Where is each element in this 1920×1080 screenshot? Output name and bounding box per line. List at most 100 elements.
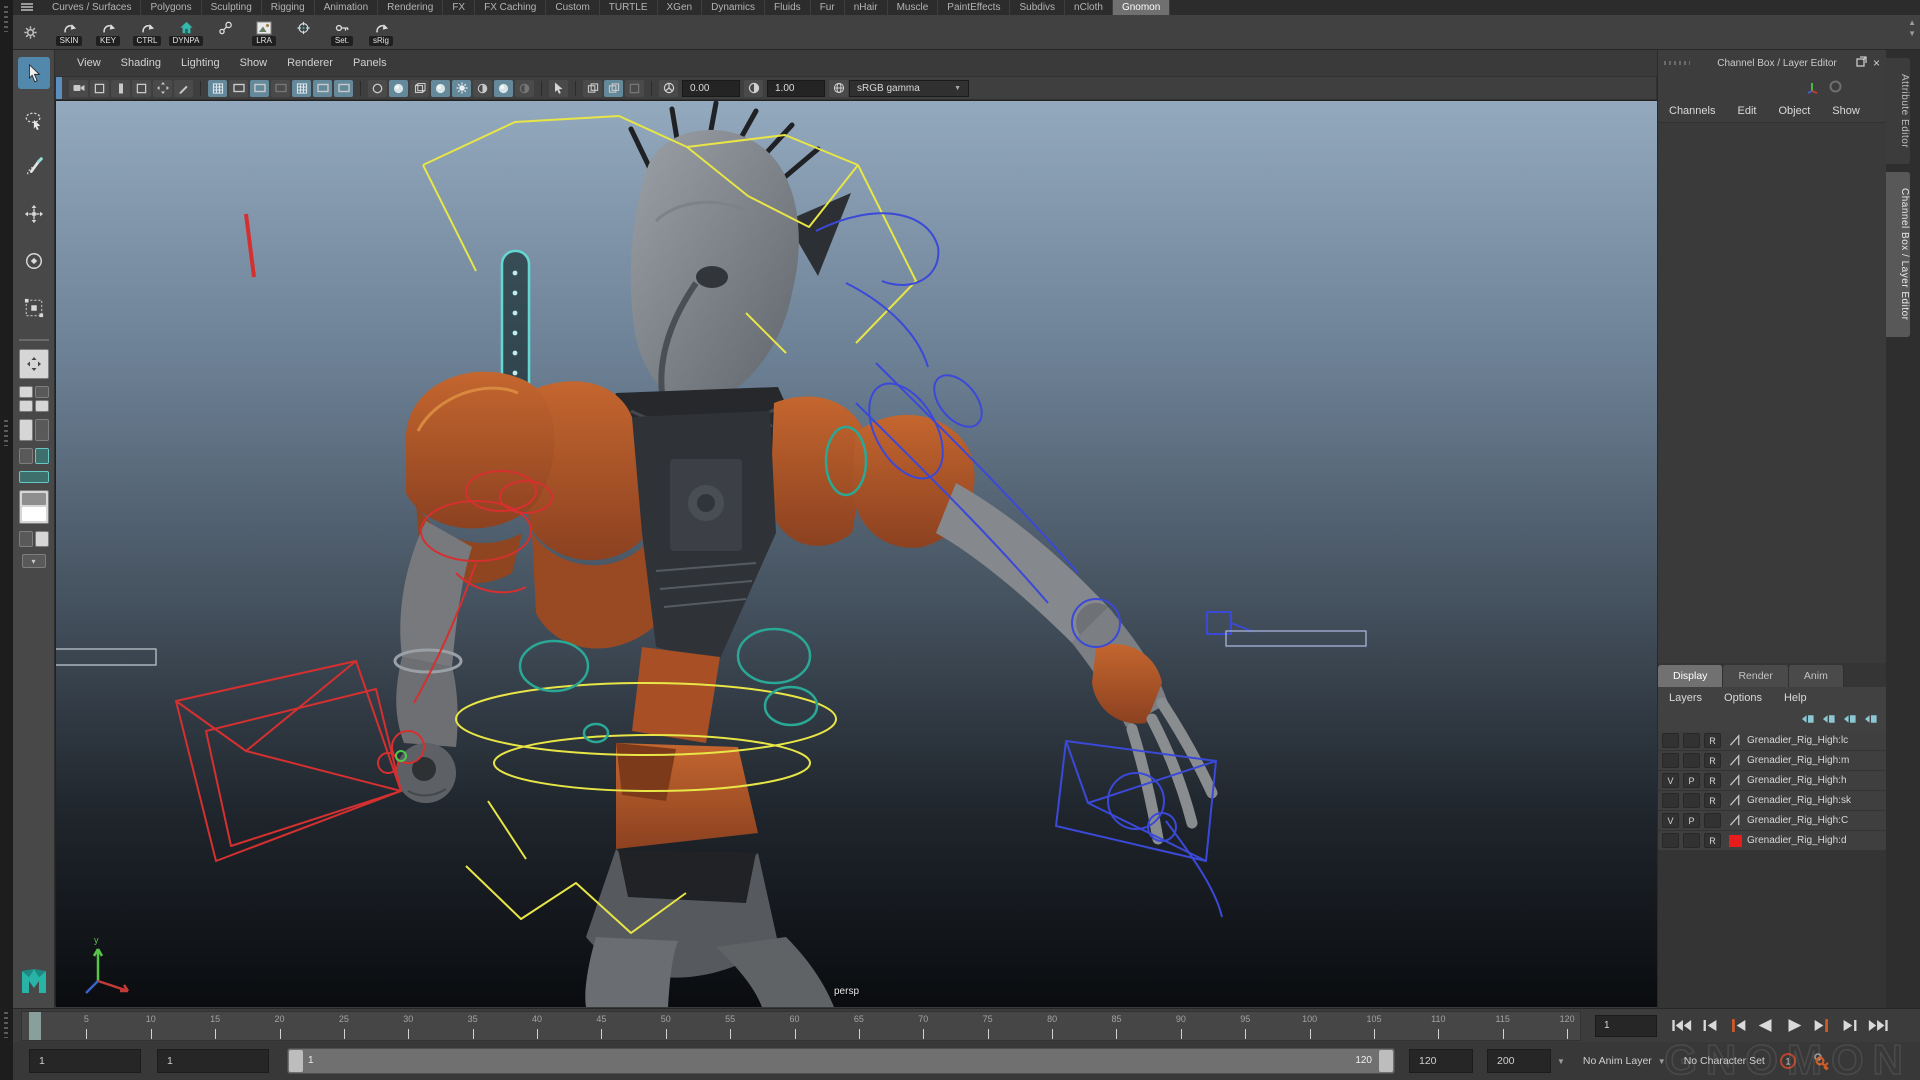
layer-editor-menu-help[interactable]: Help — [1773, 692, 1818, 704]
shelf-scroll-arrows[interactable]: ▲▼ — [1908, 19, 1916, 38]
play-forwards-button[interactable] — [1781, 1015, 1806, 1037]
layer-p-toggle[interactable] — [1683, 733, 1700, 748]
xray-joints-icon[interactable] — [604, 80, 623, 97]
shadows-icon[interactable] — [473, 80, 492, 97]
current-frame-field[interactable]: 1 — [1595, 1015, 1657, 1037]
grease-pencil-icon[interactable] — [174, 80, 193, 97]
close-icon[interactable]: × — [1873, 57, 1880, 69]
image-plane-icon[interactable] — [132, 80, 151, 97]
channel-speed-icon[interactable] — [1829, 80, 1842, 96]
layer-type-icon[interactable] — [1727, 734, 1743, 748]
shelf-gear-icon[interactable] — [20, 22, 40, 42]
move-tool[interactable] — [18, 198, 50, 230]
menu-tab-painteffects[interactable]: PaintEffects — [938, 0, 1010, 15]
animation-start-field[interactable]: 1 — [29, 1049, 141, 1073]
gate-mask-icon[interactable] — [271, 80, 290, 97]
channel-box-menu-object[interactable]: Object — [1767, 105, 1821, 117]
menu-tab-fx[interactable]: FX — [443, 0, 475, 15]
side-tab-channel-box-layer-editor[interactable]: Channel Box / Layer Editor — [1886, 172, 1910, 337]
time-slider-ruler[interactable]: 5101520253035404550556065707580859095100… — [21, 1011, 1581, 1041]
menu-tab-polygons[interactable]: Polygons — [141, 0, 201, 15]
select-tool[interactable] — [18, 57, 50, 89]
viewport-menu-shading[interactable]: Shading — [111, 57, 171, 69]
layer-editor-tab-render[interactable]: Render — [1723, 665, 1788, 687]
layout-hypergraph-pane-button[interactable] — [18, 471, 50, 483]
current-time-marker[interactable] — [29, 1012, 41, 1040]
field-chart-icon[interactable] — [292, 80, 311, 97]
layout-single-pane-button[interactable] — [18, 349, 50, 379]
resolution-gate-icon[interactable] — [250, 80, 269, 97]
layer-row[interactable]: RGrenadier_Rig_High:d — [1658, 831, 1886, 851]
playback-start-field[interactable]: 1 — [157, 1049, 269, 1073]
anim-layer-dropdown[interactable]: No Anim Layer ▼ — [1583, 1055, 1666, 1067]
menu-tab-xgen[interactable]: XGen — [658, 0, 703, 15]
menu-tab-muscle[interactable]: Muscle — [888, 0, 939, 15]
bounding-box-icon[interactable] — [410, 80, 429, 97]
shelf-item-joint-tool-icon[interactable] — [206, 18, 244, 46]
viewport-menu-lighting[interactable]: Lighting — [171, 57, 230, 69]
range-end-handle[interactable] — [1379, 1050, 1393, 1072]
menu-tab-ncloth[interactable]: nCloth — [1065, 0, 1113, 15]
layer-row[interactable]: VPGrenadier_Rig_High:C — [1658, 811, 1886, 831]
playback-end-field[interactable]: 120 — [1409, 1049, 1473, 1073]
xray-icon[interactable] — [583, 80, 602, 97]
motion-blur-icon[interactable] — [515, 80, 534, 97]
exposure-field[interactable]: 0.00 — [682, 80, 740, 97]
shelf-item-crosshair-icon[interactable] — [284, 18, 322, 46]
new-layer-from-selected-button[interactable] — [1864, 713, 1878, 728]
select-camera-icon[interactable] — [69, 80, 88, 97]
menu-hamburger-icon[interactable] — [21, 3, 33, 11]
viewport-menu-show[interactable]: Show — [230, 57, 278, 69]
layout-two-pane-side-button[interactable] — [18, 419, 50, 441]
layout-stacked-pane-button[interactable] — [18, 490, 50, 524]
menu-tab-turtle[interactable]: TURTLE — [600, 0, 658, 15]
layer-editor-tab-display[interactable]: Display — [1658, 665, 1723, 687]
menu-tab-nhair[interactable]: nHair — [845, 0, 888, 15]
playback-speed-icon[interactable]: 1 — [1777, 1050, 1799, 1072]
isolate-select-icon[interactable] — [549, 80, 568, 97]
chevron-down-icon[interactable]: ▼ — [1557, 1057, 1565, 1066]
layer-row[interactable]: RGrenadier_Rig_High:m — [1658, 751, 1886, 771]
safe-title-icon[interactable] — [334, 80, 353, 97]
layer-v-toggle[interactable] — [1662, 793, 1679, 808]
occlusion-icon[interactable] — [494, 80, 513, 97]
layer-r-toggle[interactable] — [1704, 813, 1721, 828]
layer-r-toggle[interactable]: R — [1704, 753, 1721, 768]
layer-v-toggle[interactable]: V — [1662, 813, 1679, 828]
layer-row[interactable]: RGrenadier_Rig_High:lc — [1658, 731, 1886, 751]
play-backwards-button[interactable] — [1753, 1015, 1778, 1037]
layer-row[interactable]: VPRGrenadier_Rig_High:h — [1658, 771, 1886, 791]
layer-type-icon[interactable] — [1727, 754, 1743, 768]
layer-r-toggle[interactable]: R — [1704, 793, 1721, 808]
bookmark-icon[interactable] — [111, 80, 130, 97]
character-set-dropdown[interactable]: No Character Set — [1684, 1055, 1765, 1067]
layout-four-pane-button[interactable] — [18, 386, 50, 412]
new-empty-layer-button[interactable] — [1843, 713, 1857, 728]
auto-keyframe-icon[interactable] — [1811, 1050, 1833, 1072]
layer-editor-menu-layers[interactable]: Layers — [1658, 692, 1713, 704]
layer-p-toggle[interactable] — [1683, 753, 1700, 768]
menu-tab-fluids[interactable]: Fluids — [765, 0, 811, 15]
menu-tab-gnomon[interactable]: Gnomon — [1113, 0, 1170, 15]
layer-type-icon[interactable] — [1727, 794, 1743, 808]
textured-icon[interactable] — [431, 80, 450, 97]
paint-select-tool[interactable] — [18, 151, 50, 183]
go-to-end-button[interactable] — [1865, 1015, 1890, 1037]
panel-drag-handle[interactable] — [1664, 61, 1690, 65]
layer-type-icon[interactable] — [1727, 814, 1743, 828]
rotate-tool[interactable] — [18, 245, 50, 277]
layer-editor-tab-anim[interactable]: Anim — [1789, 665, 1844, 687]
view-transform-dropdown[interactable]: sRGB gamma ▼ — [849, 80, 969, 97]
lasso-select-tool[interactable] — [18, 104, 50, 136]
grid-icon[interactable] — [208, 80, 227, 97]
layout-outliner-pane-button[interactable] — [18, 448, 50, 464]
layout-more-dropdown-button[interactable]: ▾ — [18, 554, 50, 568]
layer-p-toggle[interactable] — [1683, 793, 1700, 808]
menu-tab-animation[interactable]: Animation — [315, 0, 378, 15]
channel-box-menu-channels[interactable]: Channels — [1658, 105, 1726, 117]
menu-tab-custom[interactable]: Custom — [546, 0, 599, 15]
wireframe-icon[interactable] — [368, 80, 387, 97]
camera-attributes-icon[interactable] — [90, 80, 109, 97]
layer-r-toggle[interactable]: R — [1704, 773, 1721, 788]
menu-tab-subdivs[interactable]: Subdivs — [1010, 0, 1065, 15]
